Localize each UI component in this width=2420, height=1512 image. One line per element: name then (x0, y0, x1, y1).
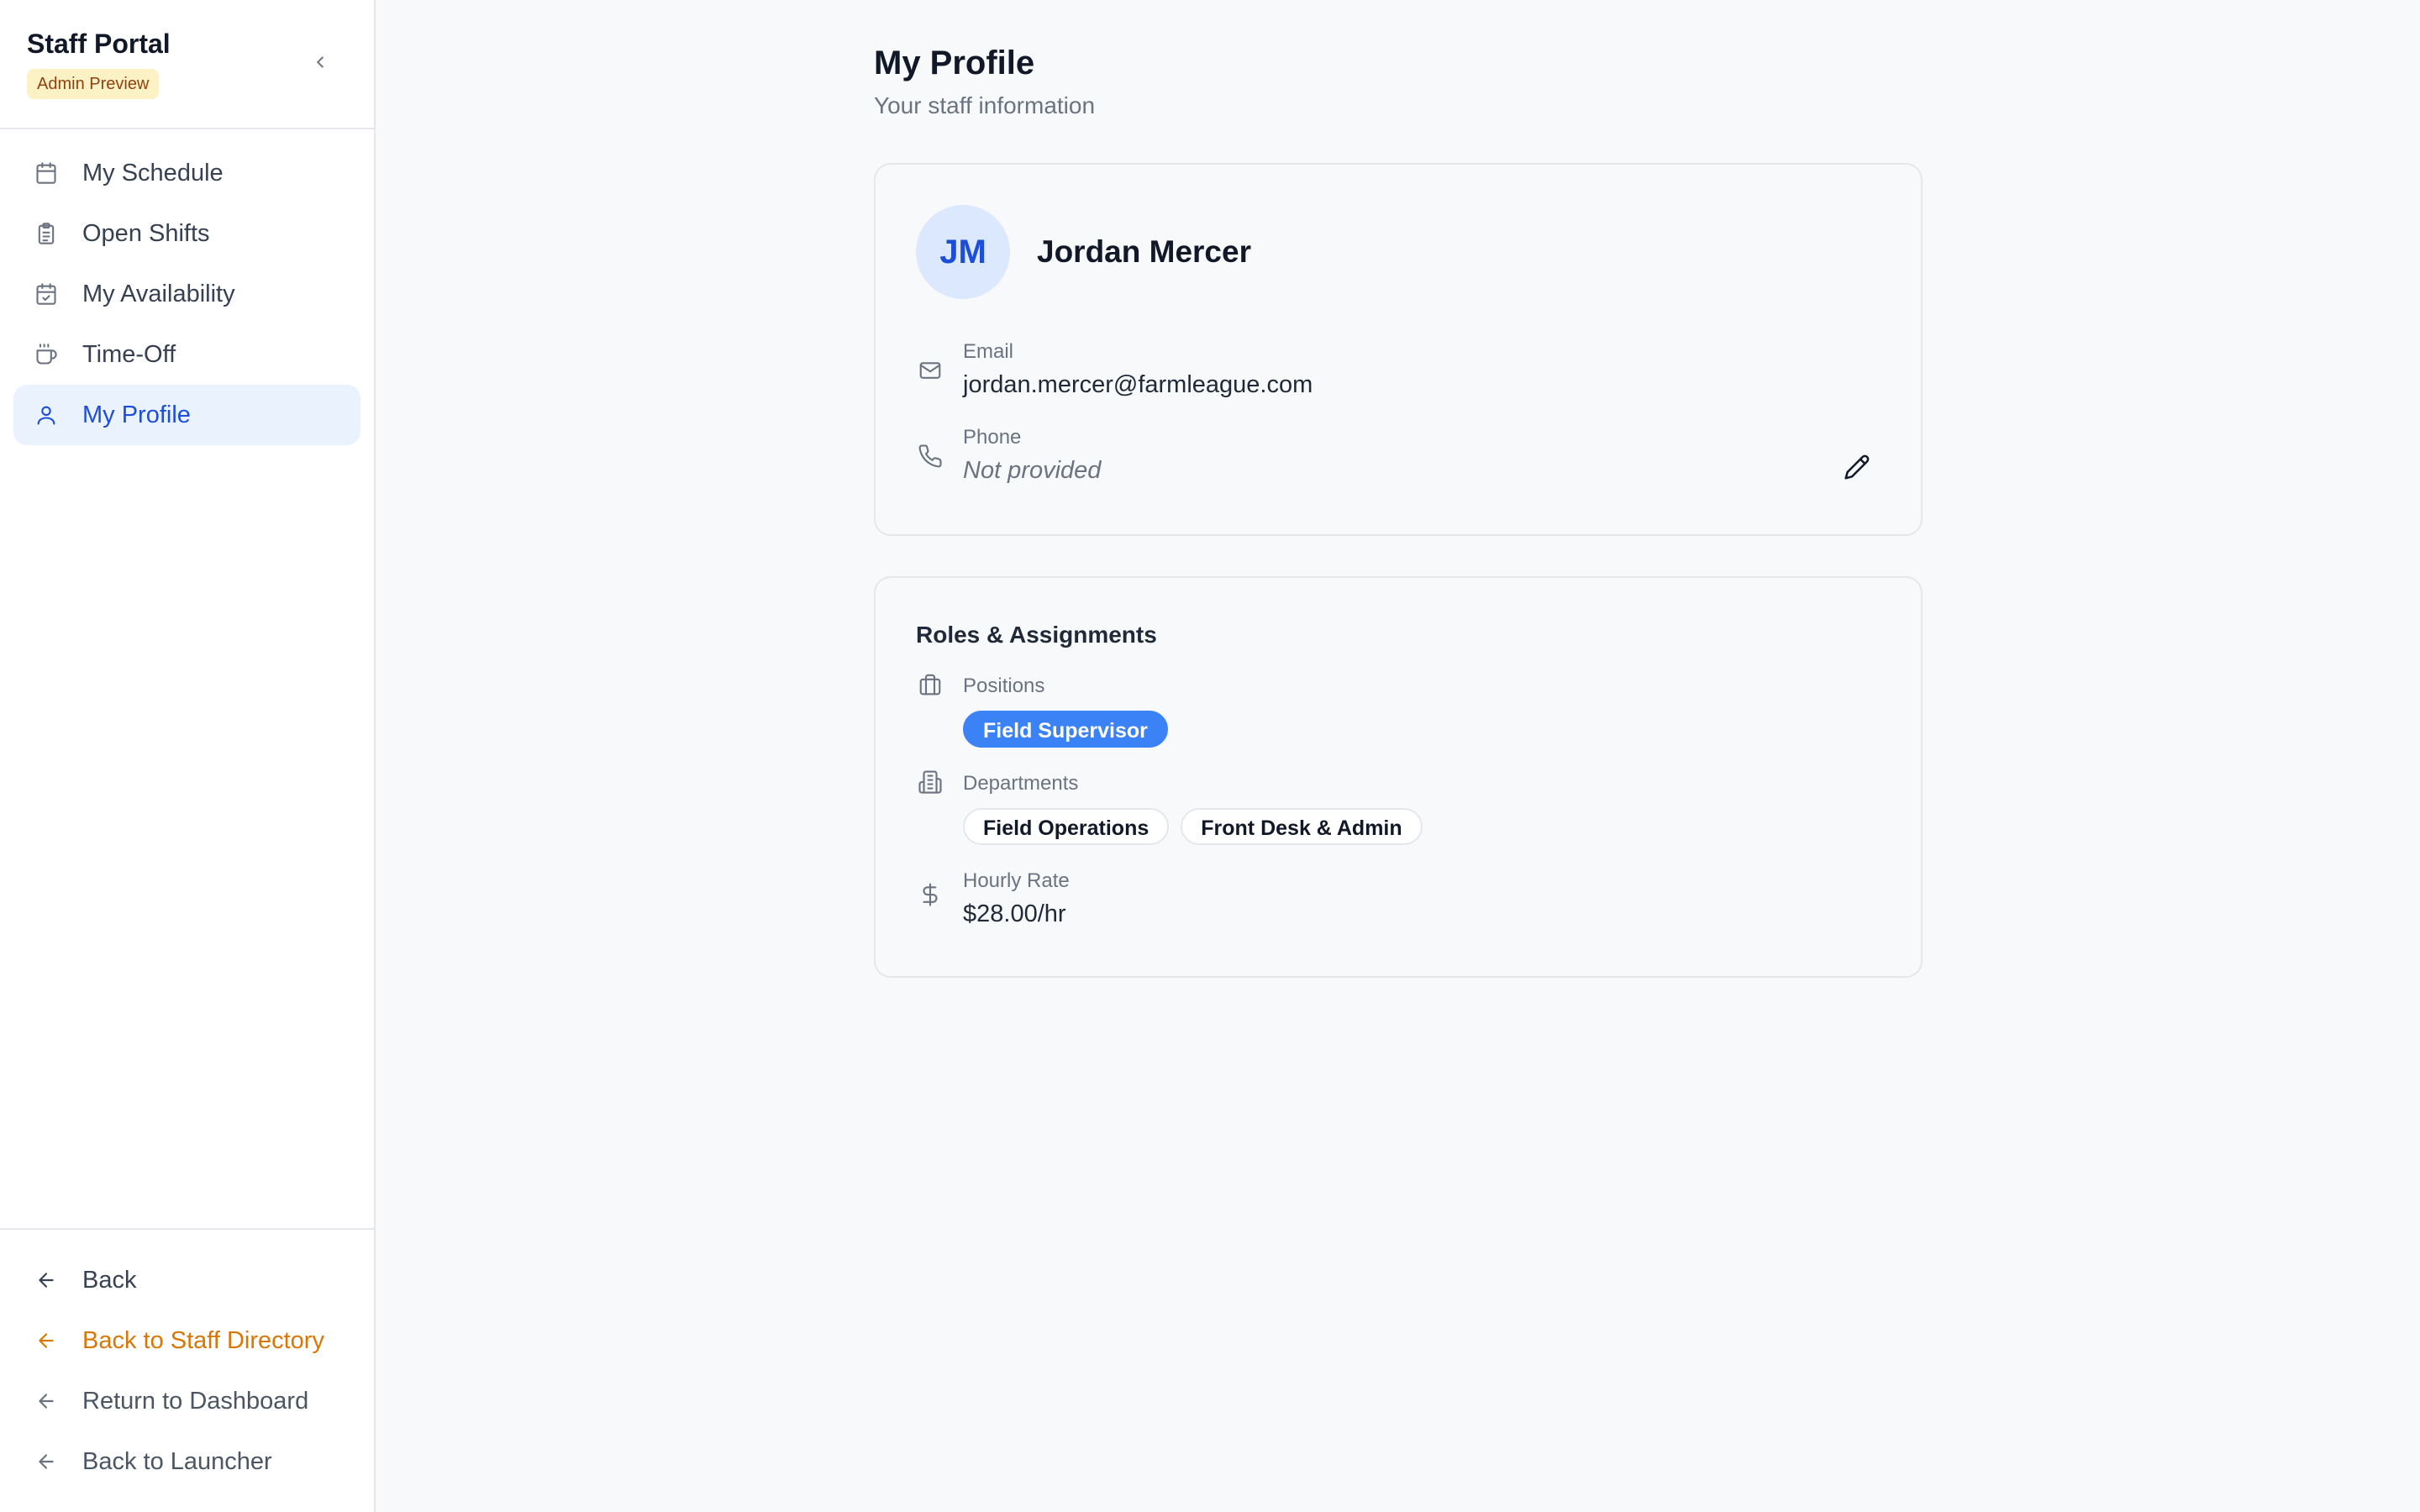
mail-icon (916, 356, 944, 385)
departments-row: Departments Field Operations Front Desk … (916, 768, 1881, 845)
phone-icon (916, 442, 944, 470)
sidebar-item-my-schedule[interactable]: My Schedule (13, 143, 360, 203)
pencil-icon (1844, 454, 1870, 480)
sidebar-footer: Back Back to Staff Directory Return to D… (0, 1228, 374, 1512)
sidebar: Staff Portal Admin Preview My Schedule O… (0, 0, 376, 1512)
sidebar-nav: My Schedule Open Shifts My Availability … (0, 129, 374, 1228)
edit-phone-button[interactable] (1840, 450, 1874, 484)
person-name: Jordan Mercer (1037, 234, 1251, 269)
phone-label: Phone (963, 426, 1022, 449)
calendar-icon (34, 160, 59, 186)
sidebar-item-label: My Schedule (82, 159, 224, 186)
sidebar-item-time-off[interactable]: Time-Off (13, 324, 360, 385)
department-chip: Front Desk & Admin (1181, 808, 1423, 845)
profile-page: My Profile Your staff information JM Jor… (874, 42, 1923, 978)
position-chip: Field Supervisor (963, 711, 1168, 748)
collapse-sidebar-button[interactable] (307, 49, 334, 76)
arrow-left-icon (34, 1268, 59, 1293)
department-chip: Field Operations (963, 808, 1170, 845)
roles-card: Roles & Assignments Positions Field Supe… (874, 576, 1923, 978)
sidebar-item-my-profile[interactable]: My Profile (13, 385, 360, 445)
briefcase-icon (916, 670, 944, 699)
email-field: Email jordan.mercer@farmleague.com (916, 339, 1881, 402)
user-icon (34, 402, 59, 428)
back-to-staff-directory-link[interactable]: Back to Staff Directory (13, 1310, 360, 1371)
sidebar-item-label: My Profile (82, 401, 191, 428)
hourly-rate-label: Hourly Rate (963, 869, 1070, 892)
page-title: My Profile (874, 45, 1035, 81)
phone-value: Not provided (963, 457, 1102, 484)
back-label: Back (82, 1266, 137, 1294)
return-to-dashboard-link[interactable]: Return to Dashboard (13, 1371, 360, 1431)
return-to-dashboard-label: Return to Dashboard (82, 1387, 309, 1415)
back-to-launcher-label: Back to Launcher (82, 1447, 272, 1475)
phone-field: Phone Not provided (916, 425, 1881, 487)
positions-label: Positions (963, 675, 1045, 697)
hourly-rate-row: Hourly Rate $28.00/hr (916, 869, 1881, 931)
departments-chips: Field Operations Front Desk & Admin (963, 808, 1423, 845)
email-label: Email (963, 340, 1014, 363)
positions-chips: Field Supervisor (963, 711, 1168, 748)
positions-row: Positions Field Supervisor (916, 674, 1881, 748)
roles-section-title: Roles & Assignments (916, 622, 1157, 648)
admin-preview-badge: Admin Preview (27, 69, 160, 99)
hourly-rate-value: $28.00/hr (963, 900, 1066, 927)
back-to-launcher-link[interactable]: Back to Launcher (13, 1431, 360, 1492)
main-content: My Profile Your staff information JM Jor… (376, 0, 2420, 1512)
back-link[interactable]: Back (13, 1250, 360, 1310)
arrow-left-icon (34, 1328, 59, 1353)
app-root: Staff Portal Admin Preview My Schedule O… (0, 0, 2420, 1512)
sidebar-item-open-shifts[interactable]: Open Shifts (13, 203, 360, 264)
arrow-left-icon (34, 1449, 59, 1474)
departments-label: Departments (963, 772, 1079, 795)
calendar-check-icon (34, 281, 59, 307)
profile-card: JM Jordan Mercer Email jordan.mercer@far… (874, 163, 1923, 536)
page-subtitle: Your staff information (874, 92, 1096, 118)
app-title: Staff Portal (27, 29, 171, 59)
sidebar-item-label: My Availability (82, 280, 235, 307)
chevron-left-icon (317, 56, 324, 68)
dollar-icon (916, 880, 944, 909)
arrow-left-icon (34, 1389, 59, 1414)
sidebar-item-my-availability[interactable]: My Availability (13, 264, 360, 324)
profile-header: JM Jordan Mercer (916, 205, 1881, 299)
sidebar-header: Staff Portal Admin Preview (0, 0, 374, 129)
building-icon (916, 768, 944, 796)
sidebar-item-label: Time-Off (82, 340, 176, 368)
back-to-staff-directory-label: Back to Staff Directory (82, 1326, 324, 1354)
email-value: jordan.mercer@farmleague.com (963, 371, 1313, 398)
sidebar-item-label: Open Shifts (82, 219, 210, 247)
avatar: JM (916, 205, 1010, 299)
coffee-icon (34, 342, 59, 367)
clipboard-icon (34, 221, 59, 246)
